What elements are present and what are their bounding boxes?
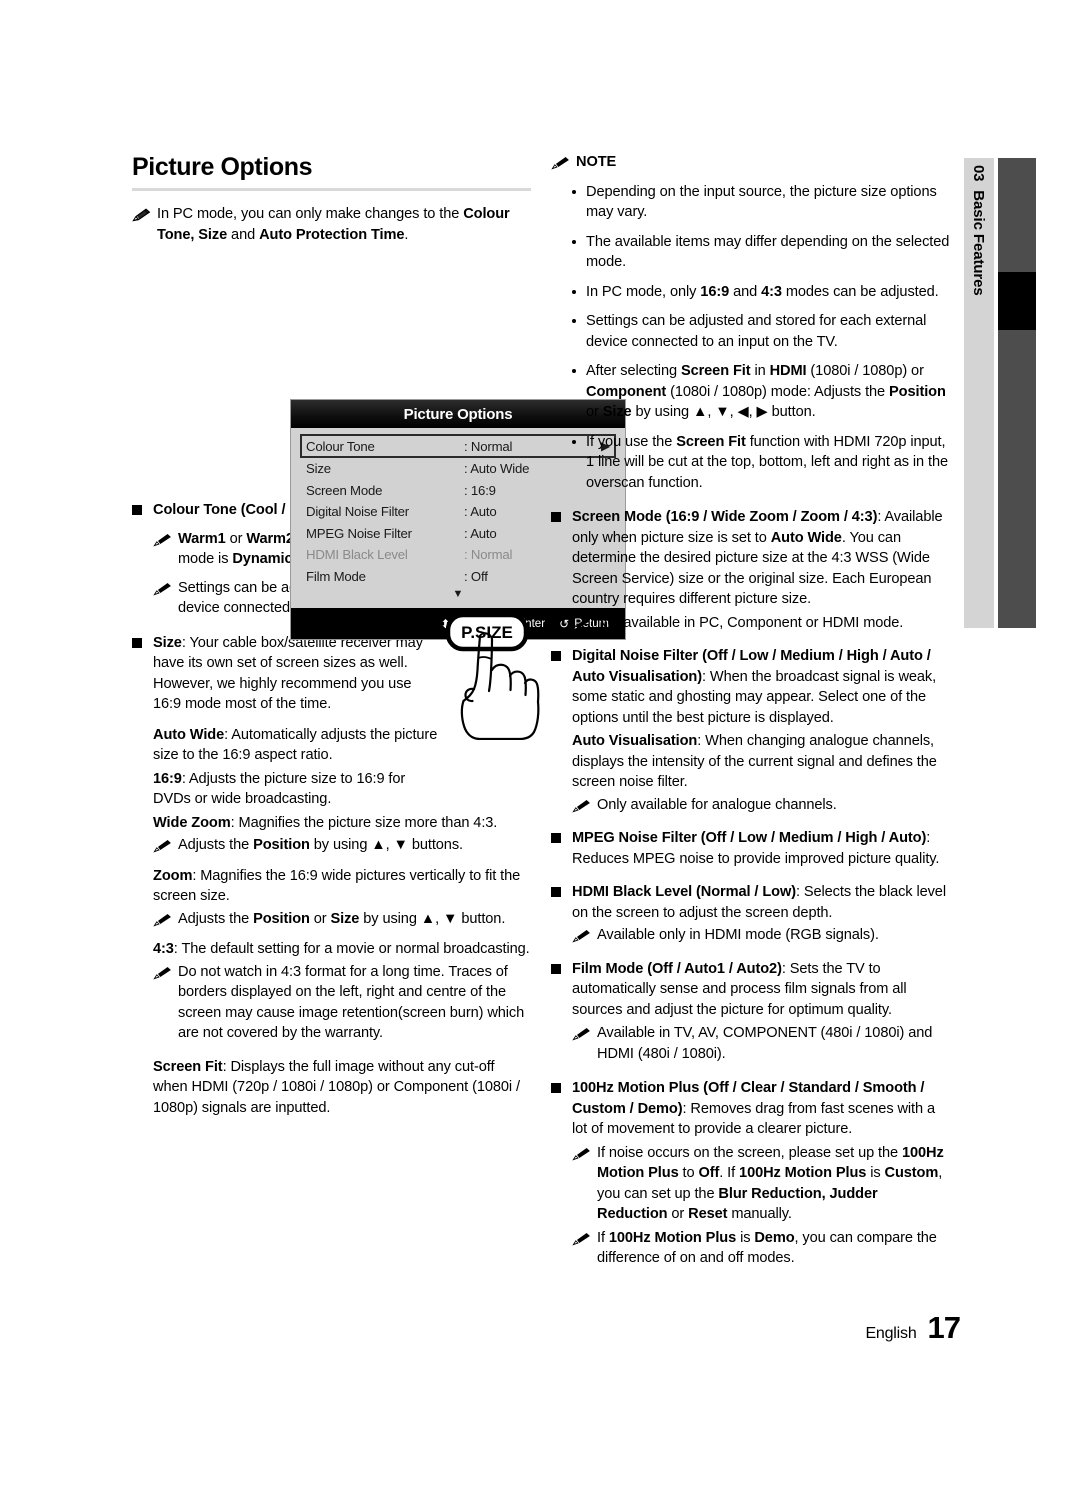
note-bullet: Depending on the input source, the pictu… — [572, 182, 951, 223]
intro-note-text: In PC mode, you can only make changes to… — [157, 206, 510, 243]
footer-language: English — [865, 1325, 917, 1342]
note-heading-row: NOTE — [551, 152, 951, 173]
dot-bullet-icon — [572, 289, 576, 294]
square-bullet-icon — [551, 963, 561, 974]
pencil-icon — [572, 799, 591, 813]
chapter-bar — [998, 158, 1036, 628]
square-bullet-icon — [551, 512, 561, 522]
square-bullet-icon — [132, 637, 142, 648]
pencil-icon — [153, 582, 172, 596]
auto-visualisation-note-text: Only available for analogue channels. — [597, 796, 837, 813]
film-mode-note-text: Available in TV, AV, COMPONENT (480i / 1… — [597, 1025, 933, 1062]
pencil-icon — [153, 839, 172, 853]
square-bullet-icon — [551, 651, 561, 661]
section-film-mode: Film Mode (Off / Auto1 / Auto2): Sets th… — [551, 959, 951, 1021]
size-16-9: 16:9: Adjusts the picture size to 16:9 f… — [153, 770, 406, 808]
auto-visualisation: Auto Visualisation: When changing analog… — [572, 733, 937, 790]
pencil-icon — [153, 533, 172, 547]
pencil-icon — [153, 913, 172, 927]
dot-bullet-icon — [572, 239, 576, 244]
motion-plus-note-2: If 100Hz Motion Plus is Demo, you can co… — [572, 1228, 951, 1269]
note-heading: NOTE — [576, 154, 617, 170]
size-zoom: Zoom: Magnifies the 16:9 wide pictures v… — [153, 867, 521, 905]
size-auto-wide: Auto Wide: Automatically adjusts the pic… — [153, 726, 438, 764]
osd-label: Colour Tone — [306, 438, 375, 454]
size-wide-zoom-note: Adjusts the Position by using ▲, ▼ butto… — [153, 835, 532, 856]
section-digital-noise-filter: Digital Noise Filter (Off / Low / Medium… — [551, 646, 951, 728]
pencil-icon — [572, 617, 591, 631]
square-bullet-icon — [132, 505, 142, 515]
section-screen-mode: Screen Mode (16:9 / Wide Zoom / Zoom / 4… — [551, 507, 951, 610]
osd-label: Film Mode — [306, 568, 366, 584]
manual-page: 03 Basic Features Picture Options In PC … — [0, 0, 1080, 1494]
osd-label: MPEG Noise Filter — [306, 525, 412, 541]
intro-note: In PC mode, you can only make changes to… — [132, 204, 532, 245]
motion-plus-note-1: If noise occurs on the screen, please se… — [572, 1143, 951, 1225]
chapter-number: 03 — [970, 165, 988, 182]
hdmi-black-level-note-text: Available only in HDMI mode (RGB signals… — [597, 927, 879, 943]
size-screen-fit: Screen Fit: Displays the full image with… — [153, 1058, 520, 1116]
page-title: Picture Options — [132, 153, 313, 181]
pencil-icon — [572, 1147, 591, 1161]
square-bullet-icon — [551, 1083, 561, 1093]
dot-bullet-icon — [572, 439, 576, 444]
right-column: NOTE Depending on the input source, the … — [551, 152, 951, 1269]
psize-button-label: P.SIZE — [461, 623, 513, 642]
page-footer: English 17 — [0, 1310, 961, 1346]
size-4-3-note: Do not watch in 4:3 format for a long ti… — [153, 962, 532, 1044]
section-mpeg-noise-filter: MPEG Noise Filter (Off / Low / Medium / … — [551, 828, 951, 869]
film-mode-note: Available in TV, AV, COMPONENT (480i / 1… — [572, 1023, 951, 1064]
note-bullet-list: Depending on the input source, the pictu… — [572, 182, 951, 494]
section-hdmi-black-level: HDMI Black Level (Normal / Low): Selects… — [551, 882, 951, 923]
note-bullet: Settings can be adjusted and stored for … — [572, 311, 951, 352]
chapter-label: Basic Features — [970, 190, 988, 296]
size-wide-zoom: Wide Zoom: Magnifies the picture size mo… — [153, 814, 498, 831]
auto-visualisation-note: Only available for analogue channels. — [572, 795, 951, 816]
osd-label: HDMI Black Level — [306, 547, 408, 563]
note-bullet: After selecting Screen Fit in HDMI (1080… — [572, 361, 951, 423]
dot-bullet-icon — [572, 189, 576, 194]
dot-bullet-icon — [572, 369, 576, 373]
chapter-bar-active-marker — [998, 272, 1036, 330]
pencil-icon — [132, 208, 151, 222]
screen-mode-note-text: Not available in PC, Component or HDMI m… — [597, 614, 904, 631]
size-4-3-note-text: Do not watch in 4:3 format for a long ti… — [178, 963, 525, 1042]
pencil-icon — [572, 1232, 591, 1246]
size-zoom-note: Adjusts the Position or Size by using ▲,… — [153, 909, 532, 930]
hdmi-black-level-note: Available only in HDMI mode (RGB signals… — [572, 925, 951, 946]
square-bullet-icon — [551, 887, 561, 897]
osd-label: Screen Mode — [306, 482, 383, 498]
pencil-icon — [551, 156, 570, 170]
osd-label: Size — [306, 461, 331, 477]
square-bullet-icon — [551, 833, 561, 843]
title-divider — [132, 188, 531, 191]
screen-mode-note: Not available in PC, Component or HDMI m… — [572, 613, 951, 634]
note-bullet: In PC mode, only 16:9 and 4:3 modes can … — [572, 282, 951, 303]
size-4-3: 4:3: The default setting for a movie or … — [153, 941, 530, 957]
dot-bullet-icon — [572, 319, 576, 323]
psize-button-illustration: P.SIZE — [434, 612, 546, 741]
chapter-tab: 03 Basic Features — [964, 158, 994, 628]
pencil-icon — [153, 966, 172, 980]
note-bullet: The available items may differ depending… — [572, 232, 951, 273]
pencil-icon — [572, 1027, 591, 1041]
footer-page-number: 17 — [927, 1310, 961, 1345]
osd-label: Digital Noise Filter — [306, 504, 409, 520]
section-motion-plus: 100Hz Motion Plus (Off / Clear / Standar… — [551, 1078, 951, 1140]
note-bullet: If you use the Screen Fit function with … — [572, 432, 951, 494]
pencil-icon — [572, 929, 591, 943]
